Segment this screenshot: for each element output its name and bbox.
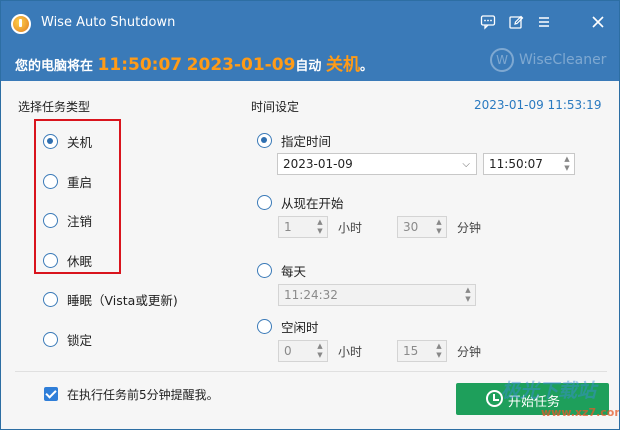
idle-minutes-unit: 分钟 xyxy=(457,345,482,359)
close-icon[interactable] xyxy=(587,11,609,33)
task-option-lock[interactable]: 锁定 xyxy=(43,330,92,349)
window-title: Wise Auto Shutdown xyxy=(41,15,176,30)
spin-buttons[interactable]: ▲ ▼ xyxy=(463,286,473,305)
task-option-restart[interactable]: 重启 xyxy=(43,172,92,191)
task-option-shutdown[interactable]: 关机 xyxy=(43,132,92,151)
header: Wise Auto Shutdown 您的电脑将在 11:50:07 2023-… xyxy=(1,1,619,81)
daily-time-spinner[interactable]: 11:24:32 ▲ ▼ xyxy=(278,284,476,306)
date-value: 2023-01-09 xyxy=(283,157,353,171)
task-option-logoff[interactable]: 注销 xyxy=(43,211,92,230)
minutes-value: 30 xyxy=(403,220,419,234)
spin-up-icon[interactable]: ▲ xyxy=(315,342,325,351)
spin-down-icon[interactable]: ▼ xyxy=(434,227,444,236)
spin-up-icon[interactable]: ▲ xyxy=(434,342,444,351)
minutes-spinner[interactable]: 30 ▲ ▼ xyxy=(397,216,447,238)
current-datetime: 2023-01-09 11:53:19 xyxy=(474,98,602,112)
time-option-from-now[interactable]: 从现在开始 xyxy=(257,193,344,212)
time-settings-label: 时间设定 xyxy=(251,100,300,114)
watermark-url: www.xz7.com xyxy=(541,406,620,419)
task-option-label: 关机 xyxy=(67,135,93,150)
spin-buttons[interactable]: ▲ ▼ xyxy=(434,342,444,361)
idle-minutes-value: 15 xyxy=(403,344,419,358)
wisecleaner-brand: W WiseCleaner xyxy=(490,48,606,72)
task-option-hibernate[interactable]: 休眠 xyxy=(43,251,92,270)
shutdown-status: 您的电脑将在 11:50:07 2023-01-09自动 关机。 xyxy=(15,50,373,75)
feedback-icon[interactable] xyxy=(477,11,499,33)
time-value: 11:50:07 xyxy=(489,157,543,171)
radio-icon[interactable] xyxy=(257,319,272,334)
task-type-label: 选择任务类型 xyxy=(18,100,91,114)
spin-down-icon[interactable]: ▼ xyxy=(315,227,325,236)
idle-minutes-spinner[interactable]: 15 ▲ ▼ xyxy=(397,340,447,362)
app-power-icon xyxy=(11,14,31,34)
radio-icon[interactable] xyxy=(43,253,58,268)
spin-up-icon[interactable]: ▲ xyxy=(562,155,572,164)
spin-down-icon[interactable]: ▼ xyxy=(463,295,473,304)
spin-up-icon[interactable]: ▲ xyxy=(315,218,325,227)
chevron-down-icon[interactable]: ⌵ xyxy=(462,155,470,175)
edit-icon[interactable] xyxy=(505,11,527,33)
spin-up-icon[interactable]: ▲ xyxy=(463,286,473,295)
spin-down-icon[interactable]: ▼ xyxy=(315,351,325,360)
task-option-label: 锁定 xyxy=(67,333,93,348)
task-option-label: 休眠 xyxy=(67,254,93,269)
time-option-daily[interactable]: 每天 xyxy=(257,261,306,280)
daily-time-value: 11:24:32 xyxy=(284,288,338,302)
time-option-idle[interactable]: 空闲时 xyxy=(257,317,319,336)
reminder-label[interactable]: 在执行任务前5分钟提醒我。 xyxy=(67,386,219,403)
task-option-label: 重启 xyxy=(67,175,93,190)
app-window: Wise Auto Shutdown 您的电脑将在 11:50:07 2023-… xyxy=(0,0,620,430)
status-suffix: 。 xyxy=(359,59,373,74)
minutes-unit: 分钟 xyxy=(457,221,482,235)
radio-icon[interactable] xyxy=(43,292,58,307)
brand-name: WiseCleaner xyxy=(519,52,607,68)
idle-hours-unit: 小时 xyxy=(338,345,363,359)
spin-buttons[interactable]: ▲ ▼ xyxy=(434,218,444,237)
radio-icon[interactable] xyxy=(257,195,272,210)
status-time: 11:50:07 xyxy=(97,55,183,75)
task-option-label: 注销 xyxy=(67,214,93,229)
wisecleaner-logo-icon: W xyxy=(490,48,514,72)
spin-up-icon[interactable]: ▲ xyxy=(434,218,444,227)
footer-divider xyxy=(15,371,607,372)
task-option-sleep[interactable]: 睡眠（Vista或更新) xyxy=(43,290,178,309)
radio-selected-icon[interactable] xyxy=(43,134,58,149)
time-option-label: 从现在开始 xyxy=(281,196,344,211)
idle-hours-spinner[interactable]: 0 ▲ ▼ xyxy=(278,340,328,362)
hours-value: 1 xyxy=(284,220,292,234)
spin-buttons[interactable]: ▲ ▼ xyxy=(315,218,325,237)
time-spinner[interactable]: 11:50:07 ▲ ▼ xyxy=(483,153,575,175)
idle-hours-value: 0 xyxy=(284,344,292,358)
hours-unit: 小时 xyxy=(338,221,363,235)
time-option-label: 空闲时 xyxy=(281,320,319,335)
time-option-label: 指定时间 xyxy=(281,134,332,149)
radio-icon[interactable] xyxy=(43,213,58,228)
watermark-text: 极光下载站 xyxy=(501,380,597,402)
status-date: 2023-01-09 xyxy=(186,55,296,75)
time-option-specified[interactable]: 指定时间 xyxy=(257,131,331,150)
radio-icon[interactable] xyxy=(43,332,58,347)
status-action: 关机 xyxy=(325,55,360,75)
spin-down-icon[interactable]: ▼ xyxy=(434,351,444,360)
radio-icon[interactable] xyxy=(43,174,58,189)
reminder-checkbox[interactable] xyxy=(44,387,58,401)
task-option-label: 睡眠（Vista或更新) xyxy=(67,293,178,308)
spin-down-icon[interactable]: ▼ xyxy=(562,164,572,173)
status-prefix: 您的电脑将在 xyxy=(15,59,94,74)
menu-icon[interactable] xyxy=(533,11,555,33)
spin-buttons[interactable]: ▲ ▼ xyxy=(315,342,325,361)
spin-buttons[interactable]: ▲ ▼ xyxy=(562,155,572,174)
radio-icon[interactable] xyxy=(257,263,272,278)
date-picker[interactable]: 2023-01-09 ⌵ xyxy=(277,153,477,175)
status-middle: 自动 xyxy=(295,59,322,74)
hours-spinner[interactable]: 1 ▲ ▼ xyxy=(278,216,328,238)
time-option-label: 每天 xyxy=(281,264,307,279)
radio-selected-icon[interactable] xyxy=(257,133,272,148)
